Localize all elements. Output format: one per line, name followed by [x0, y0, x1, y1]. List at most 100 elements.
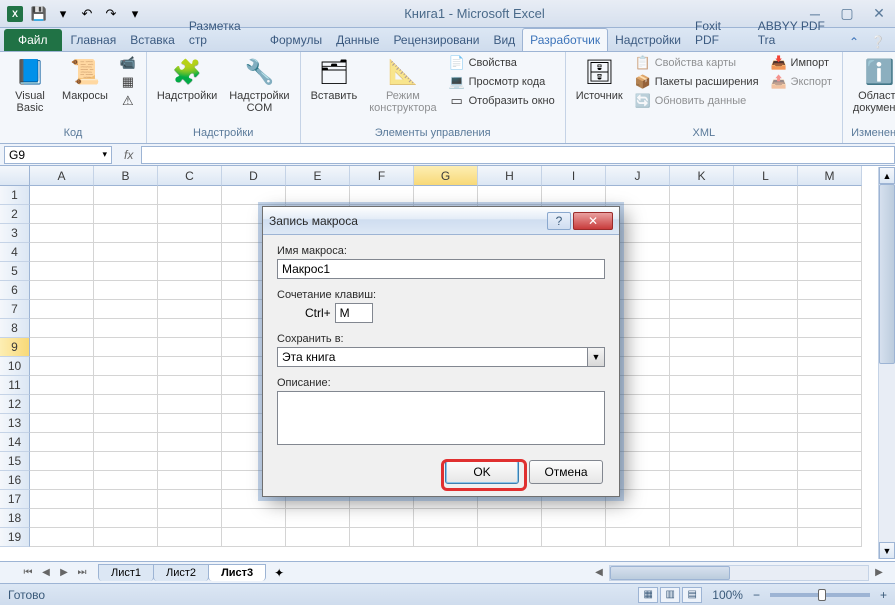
column-header[interactable]: C: [158, 166, 222, 186]
xml-import-button[interactable]: 📥Импорт: [767, 54, 836, 72]
sheet-nav-last[interactable]: ⏭: [74, 565, 90, 581]
row-header[interactable]: 3: [0, 224, 30, 243]
cell[interactable]: [606, 528, 670, 547]
cell[interactable]: [798, 281, 862, 300]
close-button[interactable]: ✕: [867, 6, 891, 22]
cell[interactable]: [670, 376, 734, 395]
cell[interactable]: [158, 471, 222, 490]
tab-page-layout[interactable]: Разметка стр: [182, 15, 263, 51]
cell[interactable]: [158, 528, 222, 547]
cell[interactable]: [798, 395, 862, 414]
cell[interactable]: [350, 509, 414, 528]
fx-icon[interactable]: fx: [116, 148, 141, 162]
qat-customize-icon[interactable]: ▾: [124, 4, 146, 24]
cell[interactable]: [734, 338, 798, 357]
cell[interactable]: [94, 224, 158, 243]
cell[interactable]: [670, 433, 734, 452]
cell[interactable]: [798, 338, 862, 357]
cell[interactable]: [94, 186, 158, 205]
cell[interactable]: [670, 490, 734, 509]
cell[interactable]: [478, 186, 542, 205]
cell[interactable]: [414, 186, 478, 205]
formula-input[interactable]: [141, 146, 895, 164]
cell[interactable]: [94, 300, 158, 319]
cancel-button[interactable]: Отмена: [529, 460, 603, 484]
relative-references-button[interactable]: ▦: [116, 73, 140, 91]
app-icon[interactable]: X: [4, 4, 26, 24]
cell[interactable]: [734, 395, 798, 414]
cell[interactable]: [734, 243, 798, 262]
map-properties-button[interactable]: 📋Свойства карты: [631, 54, 763, 72]
combo-dropdown-icon[interactable]: ▼: [587, 348, 604, 366]
zoom-thumb[interactable]: [818, 589, 826, 601]
cell[interactable]: [158, 452, 222, 471]
cell[interactable]: [222, 509, 286, 528]
cell[interactable]: [94, 509, 158, 528]
column-header[interactable]: K: [670, 166, 734, 186]
scroll-up-button[interactable]: ▲: [879, 167, 895, 184]
cell[interactable]: [30, 338, 94, 357]
cell[interactable]: [158, 300, 222, 319]
row-header[interactable]: 9: [0, 338, 30, 357]
cell[interactable]: [30, 243, 94, 262]
cell[interactable]: [30, 186, 94, 205]
row-header[interactable]: 10: [0, 357, 30, 376]
cell[interactable]: [158, 338, 222, 357]
cell[interactable]: [734, 509, 798, 528]
cell[interactable]: [158, 433, 222, 452]
cell[interactable]: [30, 433, 94, 452]
cell[interactable]: [734, 433, 798, 452]
column-header[interactable]: H: [478, 166, 542, 186]
cell[interactable]: [30, 509, 94, 528]
expansion-packs-button[interactable]: 📦Пакеты расширения: [631, 73, 763, 91]
cell[interactable]: [798, 243, 862, 262]
cell[interactable]: [414, 528, 478, 547]
cell[interactable]: [30, 414, 94, 433]
tab-foxit-pdf[interactable]: Foxit PDF: [688, 15, 751, 51]
cell[interactable]: [670, 205, 734, 224]
view-code-button[interactable]: 💻Просмотр кода: [445, 73, 559, 91]
sheet-nav-prev[interactable]: ◀: [38, 565, 54, 581]
column-header[interactable]: G: [414, 166, 478, 186]
cell[interactable]: [798, 205, 862, 224]
cell[interactable]: [670, 262, 734, 281]
cell[interactable]: [158, 224, 222, 243]
cell[interactable]: [542, 186, 606, 205]
cell[interactable]: [286, 186, 350, 205]
vertical-scrollbar[interactable]: ▲ ▼: [878, 167, 895, 559]
row-header[interactable]: 11: [0, 376, 30, 395]
cell[interactable]: [94, 471, 158, 490]
row-header[interactable]: 7: [0, 300, 30, 319]
cell[interactable]: [734, 357, 798, 376]
cell[interactable]: [798, 414, 862, 433]
cell[interactable]: [798, 186, 862, 205]
cell[interactable]: [158, 490, 222, 509]
cell[interactable]: [734, 300, 798, 319]
cell[interactable]: [158, 243, 222, 262]
qat-dropdown-icon[interactable]: ▾: [52, 4, 74, 24]
tab-formulas[interactable]: Формулы: [263, 29, 329, 51]
cell[interactable]: [30, 205, 94, 224]
row-header[interactable]: 19: [0, 528, 30, 547]
cell[interactable]: [158, 376, 222, 395]
zoom-out-button[interactable]: −: [753, 588, 760, 602]
cell[interactable]: [94, 281, 158, 300]
cell[interactable]: [798, 471, 862, 490]
row-header[interactable]: 16: [0, 471, 30, 490]
sheet-nav-first[interactable]: ⏮: [20, 565, 36, 581]
tab-home[interactable]: Главная: [64, 29, 124, 51]
insert-control-button[interactable]: 🗂 Вставить: [307, 54, 362, 104]
cell[interactable]: [798, 528, 862, 547]
cell[interactable]: [798, 433, 862, 452]
cell[interactable]: [158, 281, 222, 300]
column-header[interactable]: A: [30, 166, 94, 186]
cell[interactable]: [542, 509, 606, 528]
document-area-button[interactable]: ℹ️ Областьдокумента: [849, 54, 895, 116]
record-macro-button[interactable]: 📹: [116, 54, 140, 72]
sheet-tab-1[interactable]: Лист1: [98, 564, 154, 581]
cell[interactable]: [158, 262, 222, 281]
macro-name-input[interactable]: [277, 259, 605, 279]
cell[interactable]: [94, 414, 158, 433]
xml-source-button[interactable]: 🗄 Источник: [572, 54, 627, 104]
cell[interactable]: [670, 414, 734, 433]
